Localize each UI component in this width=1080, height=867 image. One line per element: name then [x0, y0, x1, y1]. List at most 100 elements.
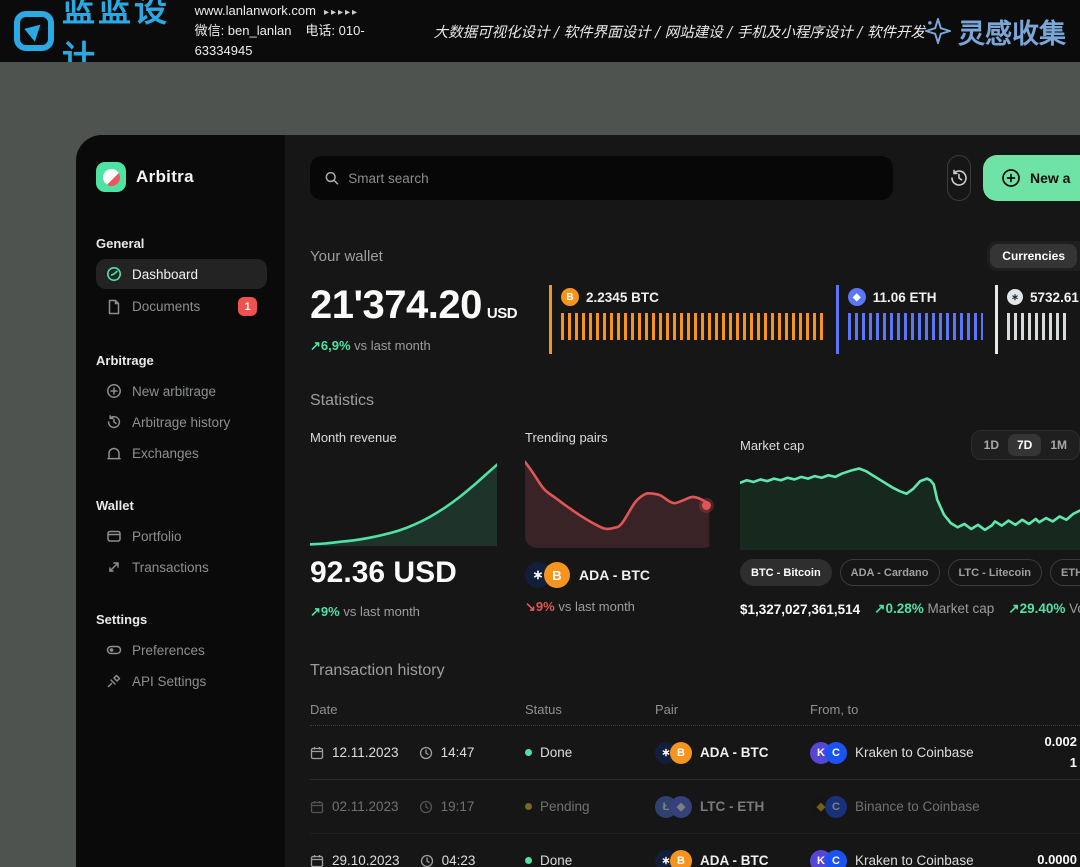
tx-amount: 0.0000: [1005, 850, 1080, 867]
trending-pairs-card: Trending pairs ∗ B ADA - BTC ↘9% vs last…: [525, 430, 715, 620]
promo-banner: 蓝蓝设计 www.lanlanwork.com▸▸▸▸▸ 微信: ben_lan…: [0, 0, 1080, 62]
market-cap-card: Market cap 1D7D1M BTC - Bitcoin ADA - Car…: [740, 430, 1080, 620]
table-row[interactable]: 29.10.202304:23Done∗BADA - BTCKCKraken t…: [310, 834, 1080, 867]
sidebar-item-preferences[interactable]: Preferences: [96, 635, 267, 665]
sidebar-item-documents[interactable]: Documents 1: [96, 290, 267, 323]
wallet-view-toggle[interactable]: Currencies E: [987, 241, 1080, 271]
history-button[interactable]: [947, 155, 971, 201]
sidebar-item-label: Exchanges: [132, 446, 199, 461]
search-bar[interactable]: [310, 156, 893, 200]
document-icon: [106, 299, 122, 315]
sidebar-item-label: Arbitrage history: [132, 415, 230, 430]
statistics-title: Statistics: [310, 392, 374, 410]
sidebar-item-api-settings[interactable]: API Settings: [96, 666, 267, 696]
toggle-currencies[interactable]: Currencies: [990, 244, 1077, 268]
market-cap-title: Market cap: [740, 438, 804, 453]
calendar-icon: [310, 746, 324, 760]
table-row[interactable]: 02.11.202319:17PendingŁ◆LTC - ETH◆CBinan…: [310, 780, 1080, 834]
sidebar-item-label: New arbitrage: [132, 384, 216, 399]
table-header: Date Status Pair From, to: [310, 694, 1080, 726]
tx-date: 02.11.2023: [332, 799, 399, 814]
tx-status: Pending: [540, 799, 590, 814]
tx-pair: LTC - ETH: [700, 799, 764, 814]
segment-label: 5732.61 ADA: [1030, 290, 1080, 305]
range-1d[interactable]: 1D: [975, 434, 1008, 456]
sidebar-item-label: Preferences: [132, 643, 205, 658]
wallet-segment-ada-light: ∗ 5732.61 ADA: [995, 285, 1080, 354]
timeframe-toggle[interactable]: 1D7D1M: [971, 430, 1080, 460]
calendar-icon: [310, 800, 324, 814]
sidebar-item-transactions[interactable]: Transactions: [96, 552, 267, 582]
col-pair: Pair: [655, 702, 810, 717]
gauge-icon: [106, 266, 122, 282]
new-arbitrage-button[interactable]: New a: [983, 155, 1080, 201]
wallet-delta: 6,9%: [321, 338, 351, 353]
tx-status: Done: [540, 745, 572, 760]
wallet-balance: 21'374.20: [310, 283, 482, 327]
star-icon: [925, 18, 951, 44]
ada-light-coin-icon: ∗: [1007, 289, 1023, 305]
market-cap-pills: BTC - Bitcoin ADA - Cardano LTC - Litecoin…: [740, 559, 1080, 586]
transfer-arrows-icon: [106, 559, 122, 575]
history-icon: [106, 414, 122, 430]
pill-btc[interactable]: BTC - Bitcoin: [740, 559, 832, 586]
section-label-arbitrage: Arbitrage: [96, 353, 267, 368]
plus-circle-icon: [1001, 168, 1021, 188]
wallet-currency: USD: [487, 305, 517, 322]
main-content: New a Your wallet Currencies E 21'374.20…: [285, 135, 1080, 867]
trending-pair: ∗ B ADA - BTC: [525, 562, 715, 588]
month-revenue-card: Month revenue 92.36 USD ↗9% vs last mont…: [310, 430, 497, 620]
tx-route: Binance to Coinbase: [855, 799, 980, 814]
pill-ltc[interactable]: LTC - Litecoin: [948, 559, 1043, 586]
segment-ticks: [1007, 313, 1068, 340]
coinbase-coin-icon: C: [825, 796, 847, 818]
sidebar-item-exchanges[interactable]: Exchanges: [96, 438, 267, 468]
month-revenue-title: Month revenue: [310, 430, 497, 445]
sidebar-item-dashboard[interactable]: Dashboard: [96, 259, 267, 289]
section-label-general: General: [96, 236, 267, 251]
volume-delta: 29.40%: [1020, 601, 1066, 616]
btc-coin-icon: B: [670, 742, 692, 764]
wallet-allocation-bar: B 2.2345 BTC ◆ 11.06 ETH ∗ 5732.61 ADA: [549, 285, 1080, 354]
market-cap-stats: $1,327,027,361,514 ↗0.28% Market cap ↗29…: [740, 601, 1080, 617]
tx-status: Done: [540, 853, 572, 867]
tx-pair: ADA - BTC: [700, 853, 769, 867]
sidebar-item-label: Transactions: [132, 560, 209, 575]
sidebar-item-label: Portfolio: [132, 529, 182, 544]
inspiration-collect[interactable]: 灵感收集: [925, 12, 1066, 51]
collect-label: 灵感收集: [958, 12, 1066, 51]
wallet-icon: [106, 528, 122, 544]
segment-ticks: [848, 313, 983, 340]
tx-amount: 0.0021: [1005, 732, 1080, 772]
col-status: Status: [525, 702, 655, 717]
dashboard-card: Arbitra General Dashboard Documents 1 Ar…: [76, 135, 1080, 867]
pill-ada[interactable]: ADA - Cardano: [840, 559, 940, 586]
lanlan-logo-icon: [14, 11, 54, 51]
table-row[interactable]: 12.11.202314:47Done∗BADA - BTCKCKraken t…: [310, 726, 1080, 780]
trending-delta: 9%: [536, 599, 555, 614]
bank-icon: [106, 445, 122, 461]
btc-coin-icon: B: [670, 850, 692, 867]
banner-url[interactable]: www.lanlanwork.com: [195, 3, 316, 18]
sidebar-item-arbitrage-history[interactable]: Arbitrage history: [96, 407, 267, 437]
sidebar-item-new-arbitrage[interactable]: New arbitrage: [96, 376, 267, 406]
stage-background: Arbitra General Dashboard Documents 1 Ar…: [0, 62, 1080, 867]
arrows-decor: ▸▸▸▸▸: [324, 7, 359, 18]
segment-label: 11.06 ETH: [873, 290, 937, 305]
eth-coin-icon: ◆: [848, 288, 866, 306]
tx-time: 14:47: [441, 745, 475, 760]
new-button-label: New a: [1030, 170, 1070, 186]
plus-circle-icon: [106, 383, 122, 399]
coinbase-coin-icon: C: [825, 742, 847, 764]
sidebar-item-label: Documents: [132, 299, 200, 314]
sidebar-item-label: API Settings: [132, 674, 206, 689]
btc-coin-icon: B: [561, 288, 579, 306]
search-input[interactable]: [348, 171, 879, 186]
pill-eth[interactable]: ETH - Ethereu: [1050, 559, 1080, 586]
toggle-icon: [106, 642, 122, 658]
range-1m[interactable]: 1M: [1041, 434, 1076, 456]
tx-pair: ADA - BTC: [700, 745, 769, 760]
sidebar-item-portfolio[interactable]: Portfolio: [96, 521, 267, 551]
range-7d[interactable]: 7D: [1008, 434, 1041, 456]
col-from-to: From, to: [810, 702, 1005, 717]
